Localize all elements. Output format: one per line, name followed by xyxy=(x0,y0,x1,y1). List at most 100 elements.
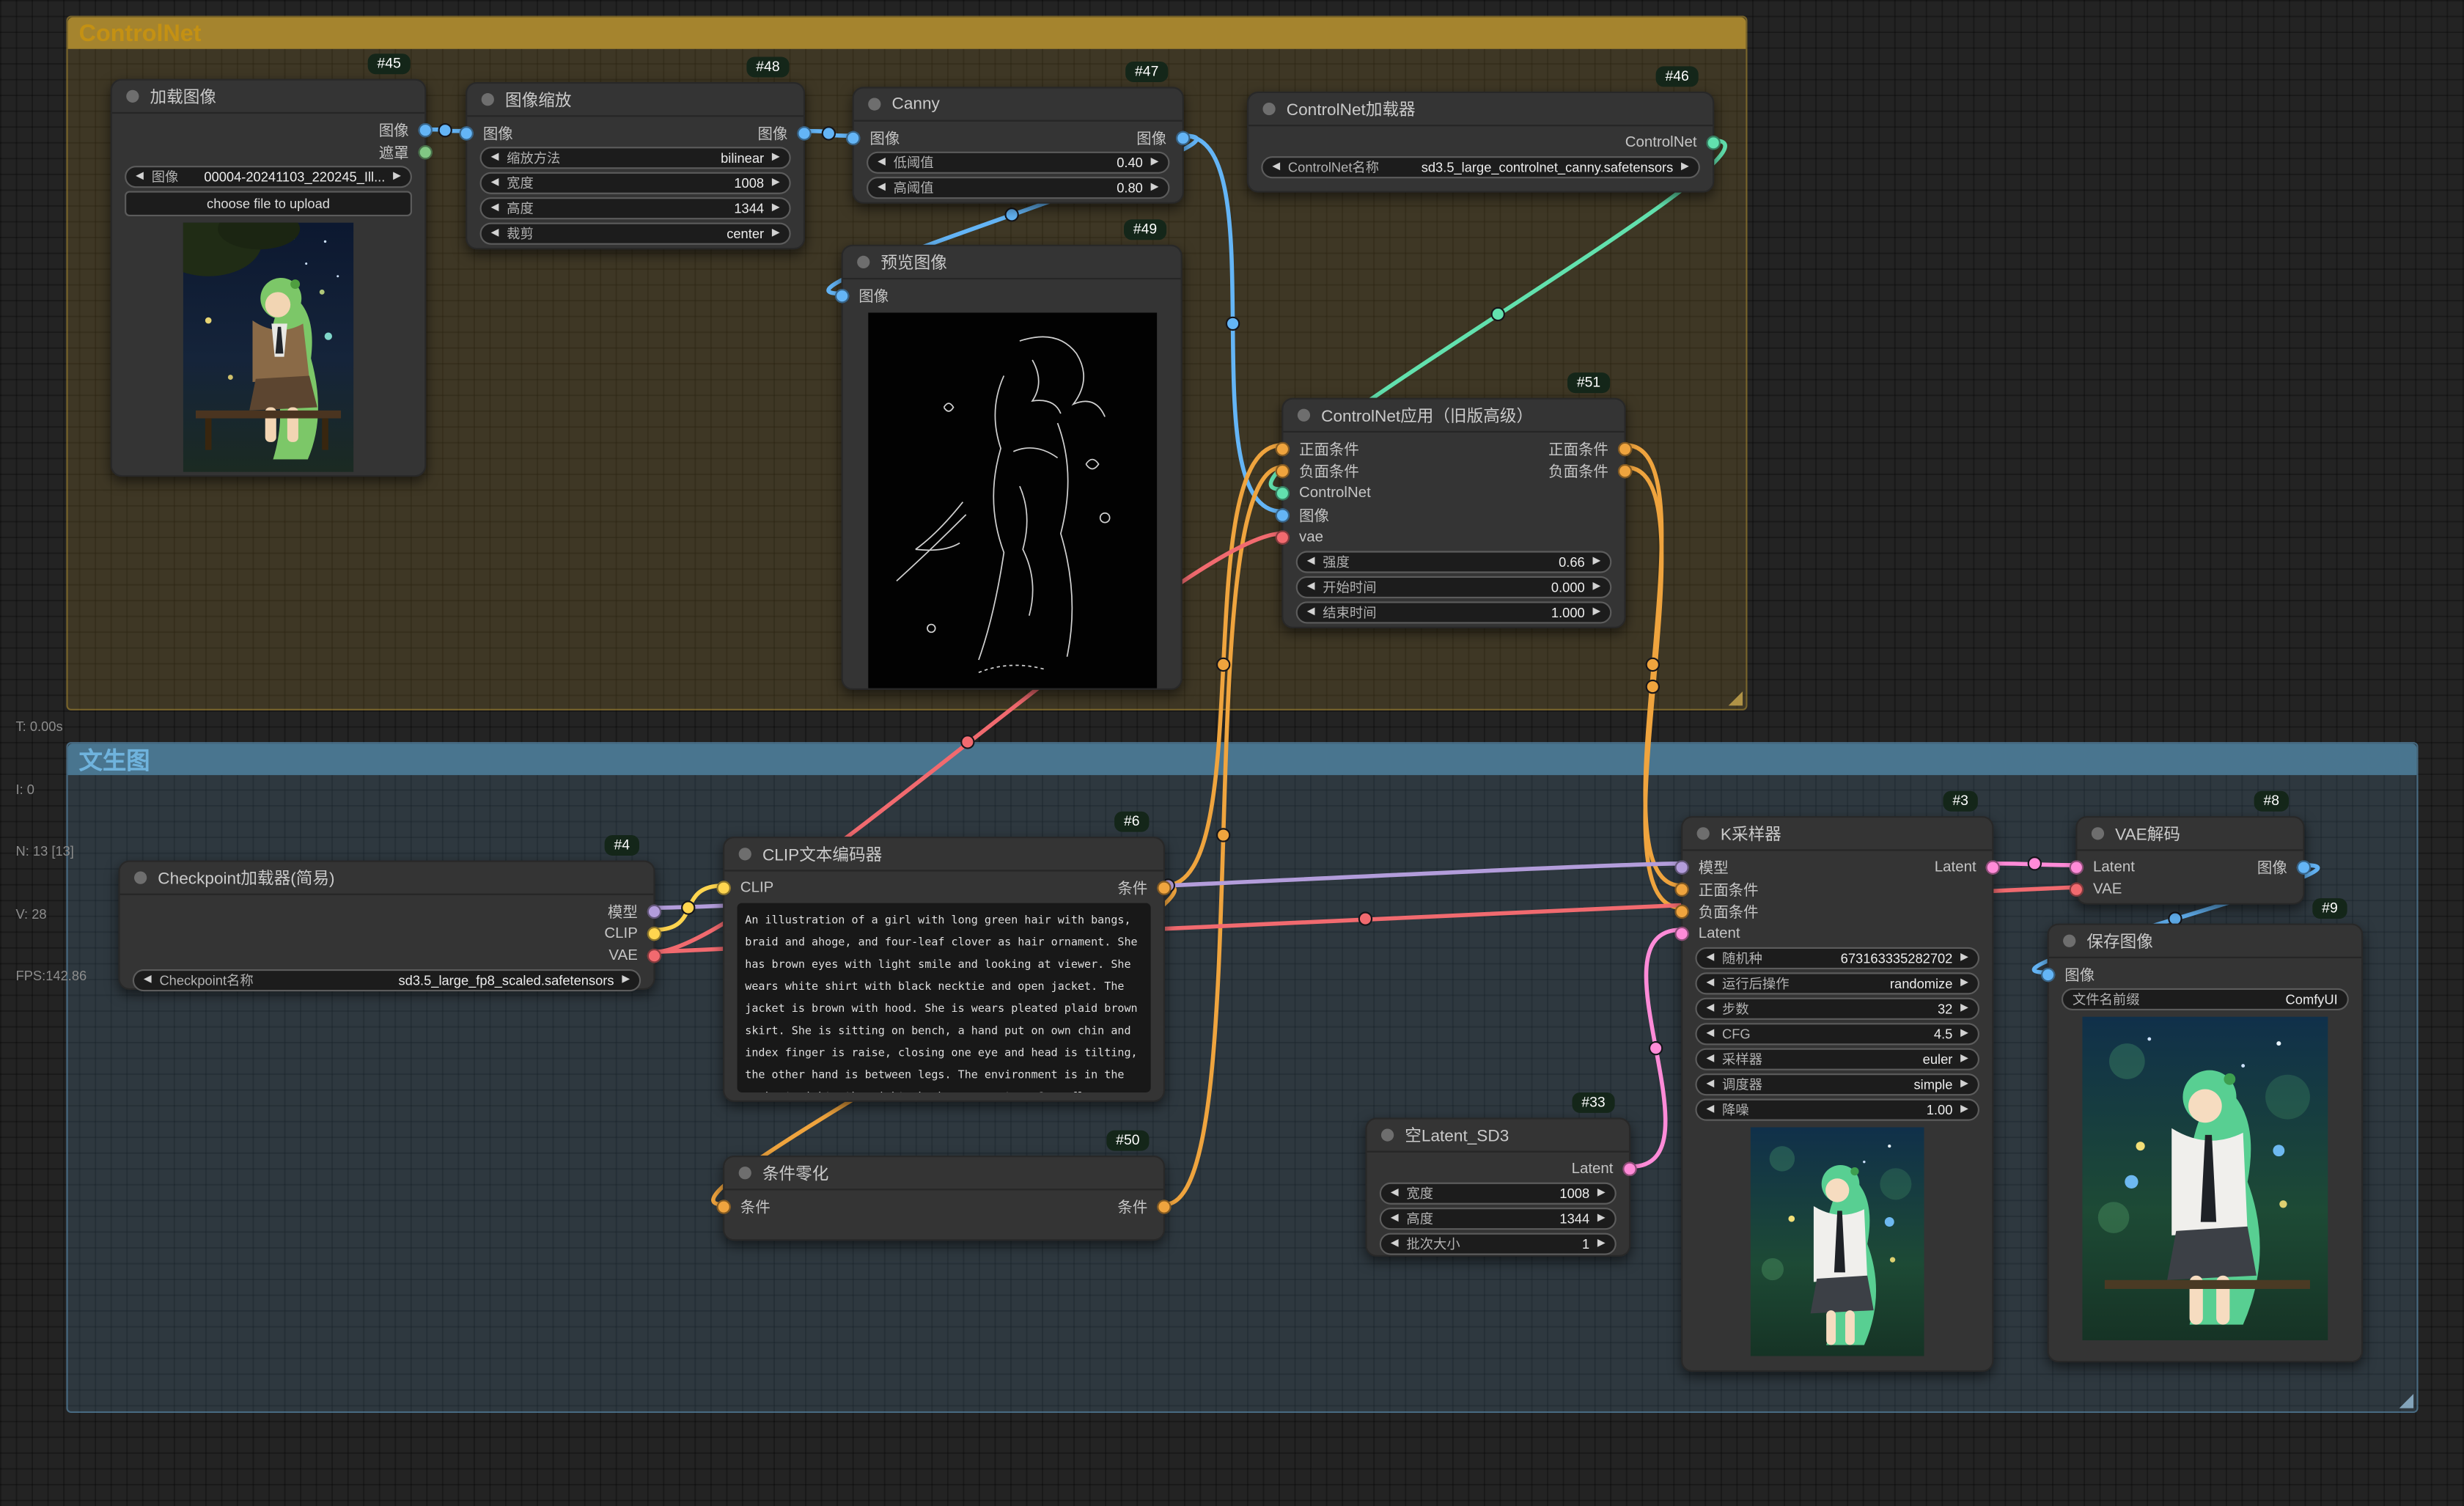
output-slot-dot[interactable] xyxy=(797,125,811,139)
prev-arrow-icon[interactable]: ◀ xyxy=(1707,953,1715,963)
input-slot-dot[interactable] xyxy=(2070,882,2084,896)
next-arrow-icon[interactable]: ▶ xyxy=(1151,183,1159,193)
cfg-widget[interactable]: ◀CFG4.5▶ xyxy=(1695,1023,1979,1045)
prev-arrow-icon[interactable]: ◀ xyxy=(1391,1239,1399,1249)
input-slot-dot[interactable] xyxy=(2041,967,2055,981)
prev-arrow-icon[interactable]: ◀ xyxy=(144,975,152,985)
checkpoint-name-widget[interactable]: ◀Checkpoint名称sd3.5_large_fp8_scaled.safe… xyxy=(133,969,641,991)
prev-arrow-icon[interactable]: ◀ xyxy=(1307,582,1315,592)
seed-widget[interactable]: ◀随机种673163335282702▶ xyxy=(1695,947,1979,969)
node-controlnet-loader[interactable]: #46 ControlNet加载器 ControlNet ◀ControlNet… xyxy=(1247,92,1714,193)
latent-width-widget[interactable]: ◀宽度1008▶ xyxy=(1380,1183,1617,1205)
input-slot-dot[interactable] xyxy=(1276,463,1290,477)
prev-arrow-icon[interactable]: ◀ xyxy=(1307,607,1315,617)
node-title-bar[interactable]: 空Latent_SD3 xyxy=(1367,1120,1629,1153)
collapse-dot[interactable] xyxy=(126,90,139,103)
sampler-widget[interactable]: ◀采样器euler▶ xyxy=(1695,1048,1979,1070)
prev-arrow-icon[interactable]: ◀ xyxy=(1272,162,1280,172)
collapse-dot[interactable] xyxy=(1381,1128,1394,1141)
prev-arrow-icon[interactable]: ◀ xyxy=(878,183,886,193)
prev-arrow-icon[interactable]: ◀ xyxy=(491,203,499,213)
prev-arrow-icon[interactable]: ◀ xyxy=(1391,1213,1399,1224)
crop-widget[interactable]: ◀裁剪center▶ xyxy=(480,223,791,245)
node-preview-image[interactable]: #49 预览图像 图像 xyxy=(842,245,1183,690)
node-apply-controlnet[interactable]: #51 ControlNet应用（旧版高级） 正面条件 正面条件 负面条件 负面… xyxy=(1281,398,1625,628)
end-percent-widget[interactable]: ◀结束时间1.000▶ xyxy=(1296,601,1612,623)
output-slot-dot[interactable] xyxy=(1618,463,1632,477)
node-title-bar[interactable]: 图像缩放 xyxy=(467,84,803,117)
next-arrow-icon[interactable]: ▶ xyxy=(393,172,401,182)
output-slot-dot[interactable] xyxy=(647,904,661,918)
node-checkpoint-loader[interactable]: #4 Checkpoint加载器(简易) 模型 CLIP VAE ◀Checkp… xyxy=(118,860,655,990)
next-arrow-icon[interactable]: ▶ xyxy=(1681,162,1689,172)
prev-arrow-icon[interactable]: ◀ xyxy=(491,153,499,163)
output-slot-dot[interactable] xyxy=(419,144,433,158)
input-slot-dot[interactable] xyxy=(1276,529,1290,543)
prev-arrow-icon[interactable]: ◀ xyxy=(491,229,499,239)
output-slot-dot[interactable] xyxy=(1157,1199,1171,1213)
next-arrow-icon[interactable]: ▶ xyxy=(1592,607,1600,617)
node-title-bar[interactable]: CLIP文本编码器 xyxy=(724,838,1163,871)
node-clip-text-encode[interactable]: #6 CLIP文本编码器 CLIP 条件 An illustration of … xyxy=(723,837,1165,1102)
low-threshold-widget[interactable]: ◀低阈值0.40▶ xyxy=(867,152,1169,174)
input-slot-dot[interactable] xyxy=(1674,926,1688,940)
collapse-dot[interactable] xyxy=(1697,827,1710,840)
output-slot-dot[interactable] xyxy=(1157,880,1171,894)
denoise-widget[interactable]: ◀降噪1.00▶ xyxy=(1695,1099,1979,1121)
output-slot-dot[interactable] xyxy=(2297,859,2311,873)
prev-arrow-icon[interactable]: ◀ xyxy=(1707,1029,1715,1039)
start-percent-widget[interactable]: ◀开始时间0.000▶ xyxy=(1296,576,1612,598)
prev-arrow-icon[interactable]: ◀ xyxy=(1707,1105,1715,1115)
next-arrow-icon[interactable]: ▶ xyxy=(1597,1239,1606,1249)
prev-arrow-icon[interactable]: ◀ xyxy=(1707,978,1715,988)
node-title-bar[interactable]: 加载图像 xyxy=(112,81,424,114)
collapse-dot[interactable] xyxy=(1262,103,1275,115)
next-arrow-icon[interactable]: ▶ xyxy=(1960,1054,1968,1065)
node-vae-decode[interactable]: #8 VAE解码 Latent 图像 VAE xyxy=(2075,816,2304,905)
node-canny[interactable]: #47 Canny 图像 图像 ◀低阈值0.40▶ ◀高阈值0.80▶ xyxy=(853,87,1184,203)
input-slot-dot[interactable] xyxy=(1276,485,1290,499)
output-slot-dot[interactable] xyxy=(1622,1161,1636,1175)
output-slot-dot[interactable] xyxy=(1618,441,1632,455)
next-arrow-icon[interactable]: ▶ xyxy=(1592,582,1600,592)
node-title-bar[interactable]: VAE解码 xyxy=(2077,818,2303,851)
next-arrow-icon[interactable]: ▶ xyxy=(1960,978,1968,988)
next-arrow-icon[interactable]: ▶ xyxy=(622,975,630,985)
collapse-dot[interactable] xyxy=(2092,827,2104,840)
height-widget[interactable]: ◀高度1344▶ xyxy=(480,197,791,219)
collapse-dot[interactable] xyxy=(739,1167,751,1179)
prev-arrow-icon[interactable]: ◀ xyxy=(136,172,144,182)
group-resize-handle[interactable] xyxy=(2399,1394,2413,1408)
prev-arrow-icon[interactable]: ◀ xyxy=(1307,557,1315,567)
group-resize-handle[interactable] xyxy=(1729,691,1743,705)
input-slot-dot[interactable] xyxy=(1276,441,1290,455)
node-title-bar[interactable]: Checkpoint加载器(简易) xyxy=(120,862,654,895)
filename-prefix-widget[interactable]: 文件名前缀ComfyUI xyxy=(2062,988,2349,1010)
input-slot-dot[interactable] xyxy=(1674,859,1688,873)
strength-widget[interactable]: ◀强度0.66▶ xyxy=(1296,551,1612,573)
prev-arrow-icon[interactable]: ◀ xyxy=(491,178,499,188)
output-slot-dot[interactable] xyxy=(1176,131,1190,144)
node-conditioning-zero-out[interactable]: #50 条件零化 条件 条件 xyxy=(723,1156,1165,1241)
prev-arrow-icon[interactable]: ◀ xyxy=(1707,1004,1715,1014)
next-arrow-icon[interactable]: ▶ xyxy=(1151,158,1159,168)
collapse-dot[interactable] xyxy=(482,93,494,106)
node-empty-latent-sd3[interactable]: #33 空Latent_SD3 Latent ◀宽度1008▶ ◀高度1344▶… xyxy=(1365,1117,1630,1256)
input-slot-dot[interactable] xyxy=(1276,507,1290,521)
collapse-dot[interactable] xyxy=(857,256,869,268)
control-after-generate-widget[interactable]: ◀运行后操作randomize▶ xyxy=(1695,972,1979,994)
collapse-dot[interactable] xyxy=(868,98,880,110)
node-title-bar[interactable]: ControlNet加载器 xyxy=(1248,93,1713,126)
latent-height-widget[interactable]: ◀高度1344▶ xyxy=(1380,1208,1617,1230)
input-slot-dot[interactable] xyxy=(835,288,849,302)
next-arrow-icon[interactable]: ▶ xyxy=(1597,1213,1606,1224)
output-slot-dot[interactable] xyxy=(419,122,433,136)
scheduler-widget[interactable]: ◀调度器simple▶ xyxy=(1695,1073,1979,1095)
next-arrow-icon[interactable]: ▶ xyxy=(772,229,780,239)
next-arrow-icon[interactable]: ▶ xyxy=(1597,1189,1606,1199)
collapse-dot[interactable] xyxy=(739,848,751,860)
next-arrow-icon[interactable]: ▶ xyxy=(1592,557,1600,567)
node-title-bar[interactable]: ControlNet应用（旧版高级） xyxy=(1283,400,1624,433)
choose-file-button[interactable]: choose file to upload xyxy=(125,191,412,216)
prev-arrow-icon[interactable]: ◀ xyxy=(1391,1189,1399,1199)
